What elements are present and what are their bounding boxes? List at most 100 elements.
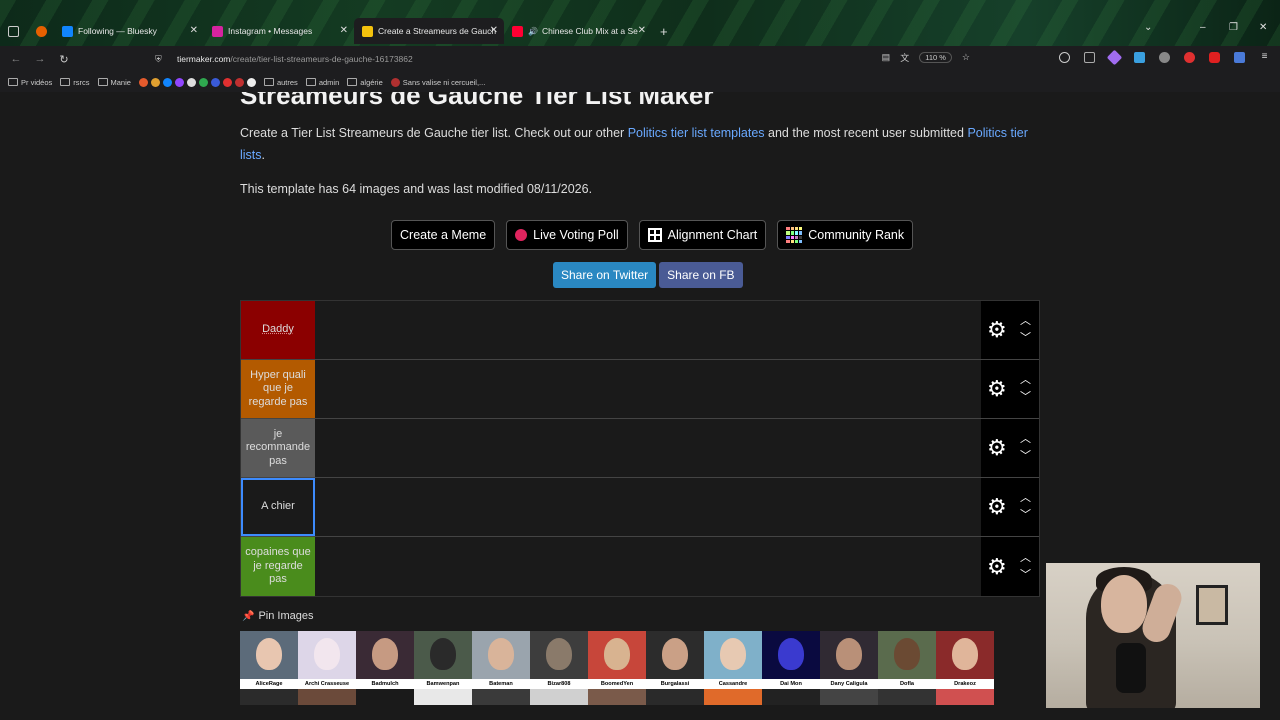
chevron-down-icon[interactable]: ﹀ [1020,333,1031,344]
tier-label[interactable]: je recommande pas [241,419,315,477]
close-tab-icon[interactable]: ✕ [638,25,646,36]
bookmark-folder[interactable]: rsrcs [60,78,90,87]
tier-label-text[interactable]: A chier [261,500,295,514]
bookmark-star-icon[interactable]: ☆ [962,52,970,63]
new-tab-button[interactable]: + [652,24,676,39]
chevron-down-icon[interactable]: ﹀ [1020,569,1031,581]
tier-image[interactable]: Bizar808 [530,631,588,689]
bookmark-folder[interactable]: algérie [347,78,383,87]
account-icon[interactable] [1059,52,1070,63]
bookmark-icon[interactable] [198,77,208,87]
chevron-down-icon[interactable]: ﹀ [1020,451,1031,462]
tier-image[interactable]: Archi Crasseuse [298,631,356,689]
tier-label[interactable]: Hyper quali que je regarde pas [241,360,315,418]
tab-youtube[interactable]: 🔊 Chinese Club Mix at a Senior ✕ [504,18,652,44]
tier-drop-zone[interactable] [315,301,981,359]
tier-image[interactable] [298,689,356,705]
close-tab-icon[interactable]: ✕ [190,25,198,36]
tier-image[interactable] [414,689,472,705]
tab-pinned[interactable] [28,18,54,44]
tier-image[interactable]: Cassandre [704,631,762,689]
tier-image[interactable]: AliceRage [240,631,298,689]
close-tab-icon[interactable]: ✕ [340,25,348,36]
bookmark-folder[interactable]: admin [305,78,339,87]
reader-view-icon[interactable]: ▤ [882,52,891,63]
translate-icon[interactable]: 文 [900,51,909,64]
reload-icon[interactable]: ↻ [52,53,76,66]
menu-icon[interactable]: ≡ [1259,52,1270,63]
gear-icon[interactable]: ⚙ [987,319,1007,341]
tier-image[interactable]: Dofla [878,631,936,689]
bookmark-folder[interactable]: Manie [97,78,131,87]
back-icon[interactable]: ← [4,53,28,65]
maximize-icon[interactable]: ❐ [1229,22,1238,33]
url-bar[interactable]: ⛨ tiermaker.com /create/tier-list-stream… [155,50,970,68]
tier-label-editing[interactable]: A chier [241,478,315,536]
bookmark-icon[interactable] [246,77,256,87]
gear-icon[interactable]: ⚙ [987,437,1007,459]
tier-label[interactable]: copaines que je regarde pas [241,537,315,596]
tier-drop-zone[interactable] [315,419,981,477]
tier-image[interactable]: Badmulch [356,631,414,689]
list-tabs-icon[interactable]: ⌄ [1144,22,1152,33]
extension-window-icon[interactable] [1234,52,1245,63]
tier-image[interactable]: Bamwenpan [414,631,472,689]
extension-mask-icon[interactable] [1159,52,1170,63]
bookmark-icon[interactable] [150,77,160,87]
gear-icon[interactable]: ⚙ [987,555,1007,578]
tier-image[interactable] [878,689,936,705]
tier-image[interactable]: BoomedYen [588,631,646,689]
adblock-icon[interactable] [1184,52,1195,63]
alignment-chart-button[interactable]: Alignment Chart [638,220,767,250]
chevron-up-icon[interactable]: ︿ [1020,493,1031,504]
bookmark-icon[interactable] [174,77,184,87]
tier-image[interactable]: Bateman [472,631,530,689]
extension-purple-icon[interactable] [1106,49,1123,66]
extension-blue-icon[interactable] [1134,52,1145,63]
politics-templates-link[interactable]: Politics tier list templates [628,126,765,140]
tab-tiermaker[interactable]: Create a Streameurs de Gauche ✕ [354,18,504,44]
speaker-icon[interactable]: 🔊 [528,27,538,36]
tier-image[interactable] [530,689,588,705]
zoom-indicator[interactable]: 110 % [919,52,952,63]
extension-red-icon[interactable] [1209,52,1220,63]
bookmark-icon[interactable] [186,77,196,87]
pin-images-toggle[interactable]: 📌 Pin Images [242,610,313,622]
share-twitter-button[interactable]: Share on Twitter [553,262,657,288]
bookmark-folder[interactable]: autres [263,78,298,87]
gear-icon[interactable]: ⚙ [987,496,1007,518]
create-meme-button[interactable]: Create a Meme [391,220,496,250]
tier-image[interactable]: Drakeoz [936,631,994,689]
minimize-icon[interactable]: – [1200,22,1206,33]
tier-image[interactable]: Dai Mon [762,631,820,689]
tier-drop-zone[interactable] [315,537,981,596]
gear-icon[interactable]: ⚙ [987,378,1007,400]
chevron-up-icon[interactable]: ︿ [1020,375,1031,386]
chevron-down-icon[interactable]: ﹀ [1020,392,1031,403]
bookmark-link[interactable]: Sans valise ni cercueil,... [390,77,485,87]
tier-image[interactable] [588,689,646,705]
tier-image[interactable] [646,689,704,705]
bookmark-icon[interactable] [162,77,172,87]
tier-label[interactable]: Daddy [241,301,315,359]
extensions-icon[interactable] [1084,52,1095,63]
tier-drop-zone[interactable] [315,478,981,536]
chevron-up-icon[interactable]: ︿ [1020,552,1031,564]
share-fb-button[interactable]: Share on FB [659,262,743,288]
tier-image[interactable] [936,689,994,705]
forward-icon[interactable]: → [28,53,52,65]
chevron-up-icon[interactable]: ︿ [1020,434,1031,445]
tier-image[interactable] [704,689,762,705]
bookmark-folder[interactable]: Pr vidéos [8,78,52,87]
tier-image[interactable] [472,689,530,705]
tab-instagram[interactable]: Instagram • Messages ✕ [204,18,354,44]
tier-image[interactable] [240,689,298,705]
close-window-icon[interactable]: ✕ [1259,22,1267,33]
bookmark-icon[interactable] [138,77,148,87]
tab-bluesky[interactable]: Following — Bluesky ✕ [54,18,204,44]
chevron-up-icon[interactable]: ︿ [1020,316,1031,327]
tier-image[interactable] [762,689,820,705]
tier-image[interactable] [356,689,414,705]
community-rank-button[interactable]: Community Rank [777,220,914,250]
close-tab-icon[interactable]: ✕ [490,25,498,36]
